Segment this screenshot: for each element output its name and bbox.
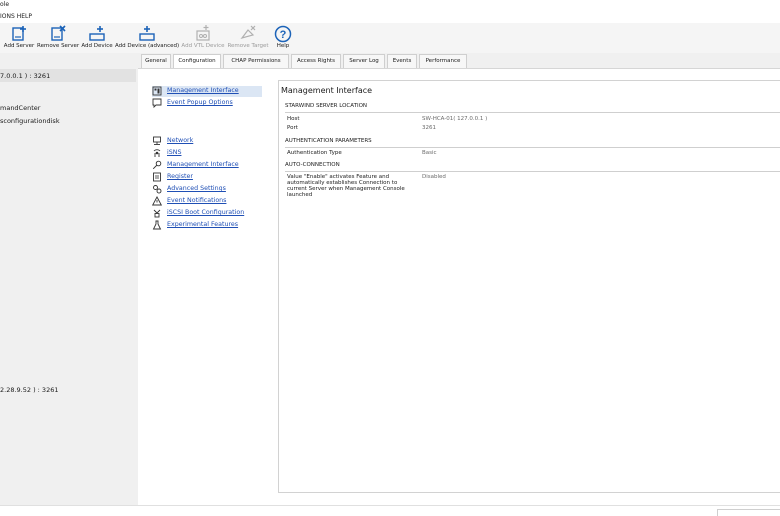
tree-item-server-remote[interactable]: 2.28.9.52 ) : 3261 (0, 386, 58, 394)
tree-item-configurationdisk[interactable]: sconfigurationdisk (0, 117, 60, 125)
tree-item-server-local[interactable]: 7.0.0.1 ) : 3261 (0, 72, 50, 80)
section-header-auto-connection: AUTO-CONNECTION (285, 162, 780, 172)
section-header-server-location: STARWIND SERVER LOCATION (285, 103, 780, 113)
auto-connection-value[interactable]: Disabled (422, 174, 446, 180)
nav-label: Experimental Features (167, 221, 239, 228)
management-interface-icon (152, 86, 162, 96)
network-icon (153, 136, 161, 145)
add-server-label: Add Server (3, 43, 35, 49)
nav-label: Management Interface (167, 161, 239, 168)
flask-icon (152, 220, 162, 230)
help-label: Help (276, 43, 290, 49)
warning-icon (152, 196, 162, 206)
add-server-icon (12, 26, 26, 41)
add-device-button[interactable]: Add Device (81, 23, 113, 53)
tab-server-log[interactable]: Server Log (343, 54, 385, 68)
menu-bar: IONS HELP (0, 11, 780, 23)
nav-label: iSNS (167, 149, 182, 156)
boot-icon (153, 209, 161, 218)
advanced-settings-icon (153, 185, 162, 194)
add-device-advanced-label: Add Device (advanced) (115, 43, 180, 49)
tab-performance[interactable]: Performance (419, 54, 467, 68)
toolbar: Add Server Remove Server Add Device Add … (0, 23, 780, 53)
event-popup-icon (152, 98, 162, 108)
remove-target-label: Remove Target (227, 43, 269, 49)
nav-label: Network (167, 137, 194, 144)
help-icon: ? (274, 25, 292, 43)
tab-access-rights[interactable]: Access Rights (291, 54, 341, 68)
isns-icon (153, 149, 161, 157)
add-vtl-device-label: Add VTL Device (181, 43, 225, 49)
add-device-icon (89, 26, 105, 41)
configuration-panel: Management Interface Event Popup Options… (138, 68, 780, 505)
add-device-advanced-button[interactable]: Add Device (advanced) (115, 23, 179, 53)
host-label: Host (287, 116, 300, 122)
tab-general[interactable]: General (141, 54, 171, 68)
nav-label: Management Interface (167, 87, 239, 94)
remove-server-icon (51, 25, 66, 41)
svg-text:?: ? (280, 29, 287, 41)
remove-server-label: Remove Server (37, 43, 80, 49)
remove-server-button[interactable]: Remove Server (37, 23, 79, 53)
section-header-authentication: AUTHENTICATION PARAMETERS (285, 138, 780, 148)
key-icon (152, 160, 162, 170)
tab-strip: General Configuration CHAP Permissions A… (138, 53, 780, 69)
add-device-advanced-icon (139, 26, 155, 41)
tab-events[interactable]: Events (387, 54, 417, 68)
remove-target-icon (240, 25, 256, 40)
nav-label: Advanced Settings (167, 185, 226, 192)
server-tree: 7.0.0.1 ) : 3261 mandCenter sconfigurati… (0, 53, 138, 505)
port-label: Port (287, 125, 298, 131)
auto-connection-description: Value "Enable" activates Feature and aut… (287, 174, 417, 198)
nav-label: iSCSI Boot Configuration (167, 209, 245, 216)
status-field (717, 509, 780, 516)
help-button[interactable]: ? Help (271, 23, 295, 53)
auth-type-value[interactable]: Basic (422, 150, 437, 156)
title-bar: ole (0, 0, 780, 11)
tab-configuration[interactable]: Configuration (173, 54, 221, 69)
auto-desc-line-4: launched (287, 192, 313, 198)
tree-item-commandcenter[interactable]: mandCenter (0, 104, 40, 112)
nav-label: Register (167, 173, 193, 180)
nav-management-interface-selected[interactable]: Management Interface (152, 86, 262, 97)
add-vtl-device-icon (196, 25, 210, 41)
nav-label: Event Notifications (167, 197, 227, 204)
port-value[interactable]: 3261 (422, 125, 436, 131)
add-device-label: Add Device (81, 43, 113, 49)
menu-items[interactable]: IONS HELP (0, 13, 32, 20)
add-server-button[interactable]: Add Server (3, 23, 35, 53)
nav-label: Event Popup Options (167, 99, 233, 106)
window-title: ole (0, 1, 10, 8)
register-icon (153, 172, 161, 182)
host-value[interactable]: SW-HCA-01( 127.0.0.1 ) (422, 116, 487, 122)
status-bar (0, 505, 780, 516)
auth-type-label: Authentication Type (287, 150, 342, 156)
add-vtl-device-button[interactable]: Add VTL Device (181, 23, 225, 53)
management-interface-details: Management Interface STARWIND SERVER LOC… (278, 80, 780, 493)
tab-chap-permissions[interactable]: CHAP Permissions (223, 54, 289, 68)
detail-title: Management Interface (281, 86, 373, 95)
remove-target-button[interactable]: Remove Target (227, 23, 269, 53)
